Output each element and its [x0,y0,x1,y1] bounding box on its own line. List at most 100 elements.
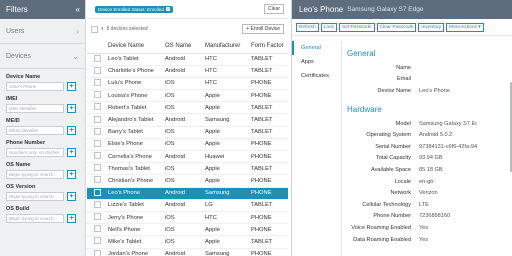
table-row[interactable]: Lulu's Phone iOS HTC PHONE [87,77,288,91]
table-cell: Elsie's Phone [106,138,163,152]
row-checkbox[interactable] [94,103,101,111]
filter-input[interactable] [6,148,64,157]
table-row[interactable]: Thomas's Tablet iOS Apple TABLET [87,162,288,176]
add-filter-icon[interactable]: + [67,170,76,179]
table-cell: Alejandro's Tablet [106,113,163,127]
table-cell: Apple [203,223,249,237]
property-label: Model [395,120,411,127]
row-checkbox[interactable] [94,249,101,256]
lock-button[interactable]: Lock [320,22,337,32]
row-checkbox[interactable] [94,78,101,86]
filter-input[interactable] [6,214,64,223]
collapse-icon[interactable]: « [76,5,80,14]
table-row[interactable]: Alejandro's Tablet Android Samsung TABLET [87,113,288,127]
row-checkbox[interactable] [94,139,101,147]
row-checkbox[interactable] [94,66,101,74]
table-row[interactable]: Barry's Tablet iOS Apple TABLET [87,126,288,139]
refresh-button[interactable]: Refresh [296,22,319,32]
table-row[interactable]: Christian's Phone iOS Apple PHONE [87,174,288,188]
table-cell: Huawei [203,150,249,164]
table-cell: PHONE [249,89,288,103]
detail-toolbar: Refresh Lock Set Passcode Clear Passcode… [292,19,512,36]
row-checkbox[interactable] [94,237,101,245]
add-filter-icon[interactable]: + [67,192,76,201]
table-cell: Apple [203,174,249,188]
filter-section-devices[interactable]: Devices ⌄ [0,44,85,69]
row-checkbox[interactable] [94,188,101,196]
chevron-down-icon[interactable]: ▾ [101,26,104,32]
nav-certificates[interactable]: Certificates [292,69,341,83]
table-cell: Christian's Phone [106,174,163,188]
inventory-button[interactable]: Inventory [418,22,445,32]
filter-field-row: + [6,214,79,223]
table-cell: iOS [163,89,203,103]
add-filter-icon[interactable]: + [67,82,76,91]
table-cell: PHONE [249,77,288,91]
nav-apps[interactable]: Apps [292,55,341,69]
add-filter-icon[interactable]: + [67,104,76,113]
column-header-manufacturer[interactable]: Manufacturer [203,39,249,54]
filter-field: Device Name + [0,74,85,91]
table-row[interactable]: Lizzie's Tablet Android LG TABLET [87,199,288,212]
row-checkbox[interactable] [94,152,101,160]
row-checkbox-cell [87,53,106,66]
table-row[interactable]: Louisa's Phone iOS Apple PHONE [87,89,288,103]
nav-general[interactable]: General [292,41,341,55]
table-row[interactable]: Robert's Tablet iOS Apple TABLET [87,101,288,115]
table-cell: iOS [163,211,203,225]
property-label: Network [390,190,411,197]
filter-input[interactable] [6,126,64,135]
add-filter-icon[interactable]: + [67,214,76,223]
column-header-form-factor[interactable]: Form Factor [249,39,288,54]
table-cell: HTC [203,77,249,91]
select-all-checkbox[interactable] [91,25,98,33]
table-cell: Robert's Tablet [106,101,163,115]
device-table-body: Leo's Tablet Android HTC TABLET Charlotte's … [87,53,288,256]
filter-input[interactable] [6,170,64,179]
table-row[interactable]: Mike's Tablet iOS Apple TABLET [87,235,288,249]
table-cell: Apple [203,89,249,103]
property-row: Phone Number 7236898160 [347,211,512,223]
table-row[interactable]: Jordan's Phone Android Samsung PHONE [87,248,288,256]
set-passcode-button[interactable]: Set Passcode [338,22,375,32]
clear-filters-button[interactable]: Clear [264,4,284,14]
clear-passcode-button[interactable]: Clear Passcode [376,22,417,32]
column-header-device-name[interactable]: Device Name [106,39,163,54]
row-checkbox[interactable] [94,91,101,99]
enroll-device-button[interactable]: + Enroll Device [242,24,284,34]
detail-header: Leo's Phone Samsung Galaxy S7 Edge [292,0,512,19]
filter-input[interactable] [6,104,64,113]
table-row[interactable]: Jerry's Phone iOS HTC PHONE [87,211,288,225]
more-actions-button[interactable]: More Actions ▾ [446,22,484,32]
property-value: en-gb [419,178,434,185]
row-checkbox[interactable] [94,176,101,184]
row-checkbox[interactable] [94,213,101,221]
table-cell: PHONE [249,187,288,200]
table-row[interactable]: Charlotte's Phone Android HTC TABLET [87,65,288,78]
row-checkbox[interactable] [94,127,101,135]
add-filter-icon[interactable]: + [67,126,76,135]
table-cell: Leo's Phone [106,187,163,200]
filter-input[interactable] [6,82,64,91]
filter-input[interactable] [6,192,64,201]
row-checkbox[interactable] [94,225,101,233]
row-checkbox[interactable] [94,115,101,123]
property-row: Name [347,62,512,74]
filter-section-users[interactable]: Users › [0,19,85,44]
table-row[interactable]: Elsie's Phone iOS Apple PHONE [87,138,288,152]
row-checkbox[interactable] [94,54,101,62]
add-filter-icon[interactable]: + [67,148,76,157]
remove-filter-icon[interactable]: × [165,7,170,11]
column-header-os-name[interactable]: OS Name [163,39,203,54]
table-row[interactable]: Leo's Tablet Android HTC TABLET [87,53,288,66]
table-row[interactable]: Cornelia's Phone Android Huawei PHONE [87,150,288,164]
table-row[interactable]: Nell's Phone iOS Apple PHONE [87,223,288,237]
table-row[interactable]: Leo's Phone Android Samsung PHONE [87,187,288,200]
table-cell: iOS [163,235,203,249]
property-label: Phone Number [373,213,411,220]
table-cell: iOS [163,77,203,91]
row-checkbox[interactable] [94,200,101,208]
filter-tag[interactable]: Device Enrolled Status: Enrolled × [95,5,173,13]
row-checkbox[interactable] [94,164,101,172]
filter-fields: Device Name+IMEI+MEID+Phone Number+OS Na… [0,74,85,223]
